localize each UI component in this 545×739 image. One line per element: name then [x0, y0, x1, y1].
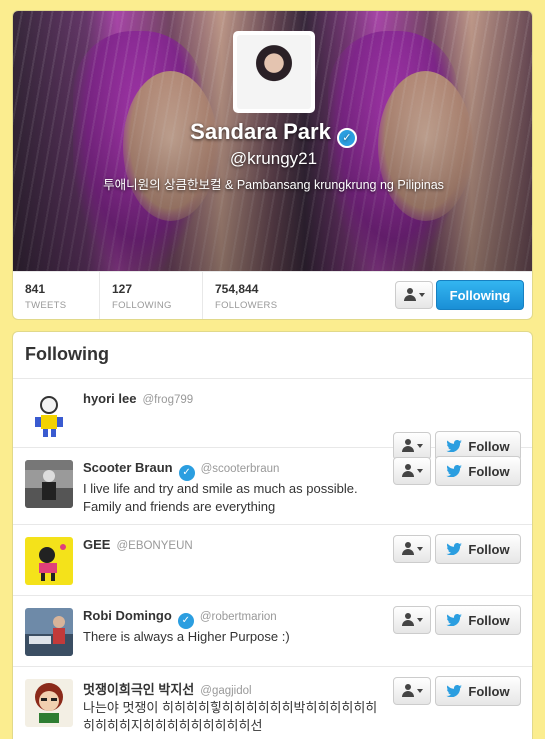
follow-button[interactable]: Follow [435, 456, 521, 486]
profile-card: Sandara Park ✓ @krungy21 투애니원의 상큼한보컬 & Pa… [12, 10, 533, 320]
follow-button[interactable]: Follow [435, 605, 521, 635]
user-actions-button[interactable] [393, 535, 431, 563]
user-handle: @robertmarion [199, 611, 277, 623]
profile-name: Sandara Park ✓ [13, 119, 532, 148]
user-handle: @frog799 [142, 394, 194, 406]
avatar[interactable] [25, 391, 73, 439]
caret-down-icon [419, 293, 425, 297]
user-icon [401, 464, 415, 478]
avatar[interactable] [25, 679, 73, 727]
stat-following[interactable]: 127 FOLLOWING [100, 272, 203, 319]
follow-button[interactable]: Follow [435, 534, 521, 564]
list-item: 멋쟁이희극인 박지선 @gagjidol 나는야 멋쟁이 히히히히힣히히히히히히박… [13, 667, 532, 739]
following-card: Following hyori lee @frog799 Follow Scoot… [12, 331, 533, 739]
profile-bio: 투애니원의 상큼한보컬 & Pambansang krungkrung ng P… [103, 178, 444, 192]
avatar[interactable] [25, 537, 73, 585]
profile-name-text: Sandara Park [190, 119, 331, 144]
stat-value: 127 [112, 282, 133, 296]
twitter-bird-icon [446, 465, 463, 477]
list-item: hyori lee @frog799 Follow [13, 379, 532, 461]
user-icon [401, 613, 415, 627]
user-actions-button[interactable] [393, 606, 431, 634]
user-handle: @gagjidol [200, 685, 252, 697]
following-title: Following [25, 344, 109, 364]
user-name[interactable]: Scooter Braun ✓ @scooterbraun [83, 460, 279, 481]
user-name[interactable]: hyori lee @frog799 [83, 391, 193, 406]
user-actions-button[interactable] [393, 457, 431, 485]
twitter-bird-icon [446, 614, 463, 626]
user-icon [403, 288, 417, 302]
list-item: GEE @EBONYEUN Follow [13, 525, 532, 596]
verified-badge-icon: ✓ [336, 128, 357, 148]
avatar[interactable] [25, 608, 73, 656]
twitter-bird-icon [446, 685, 463, 697]
user-actions-button[interactable] [395, 281, 433, 309]
profile-avatar[interactable] [233, 31, 315, 113]
user-icon [401, 684, 415, 698]
list-item: Robi Domingo ✓ @robertmarion There is alwa… [13, 596, 532, 667]
stat-label: TWEETS [25, 300, 67, 311]
stat-label: FOLLOWING [112, 300, 172, 311]
user-bio: 나는야 멋쟁이 히히히히힣히히히히히히박히히히히히히히히히히지히히히히히히히히히… [83, 700, 378, 733]
stat-value: 841 [25, 282, 46, 296]
twitter-bird-icon [446, 543, 463, 555]
user-actions-button[interactable] [393, 677, 431, 705]
caret-down-icon [417, 689, 423, 693]
caret-down-icon [417, 547, 423, 551]
verified-badge-icon: ✓ [177, 613, 194, 629]
user-name[interactable]: GEE @EBONYEUN [83, 537, 193, 552]
stat-value: 754,844 [215, 282, 259, 296]
caret-down-icon [417, 618, 423, 622]
user-name[interactable]: 멋쟁이희극인 박지선 @gagjidol [83, 679, 252, 698]
user-handle: @EBONYEUN [116, 540, 193, 552]
avatar[interactable] [25, 460, 73, 508]
user-handle: @scooterbraun [200, 463, 280, 475]
list-item: Scooter Braun ✓ @scooterbraun I live life … [13, 448, 532, 525]
user-bio: I live life and try and smile as much as… [83, 481, 358, 514]
stat-followers[interactable]: 754,844 FOLLOWERS [203, 272, 313, 319]
user-icon [401, 542, 415, 556]
stat-label: FOLLOWERS [215, 300, 278, 311]
user-name[interactable]: Robi Domingo ✓ @robertmarion [83, 608, 277, 629]
follow-button[interactable]: Follow [435, 676, 521, 706]
profile-handle: @krungy21 [229, 149, 318, 168]
stat-tweets[interactable]: 841 TWEETS [13, 272, 100, 319]
user-bio: There is always a Higher Purpose :) [83, 629, 290, 644]
caret-down-icon [417, 469, 423, 473]
following-button[interactable]: Following [436, 280, 524, 310]
verified-badge-icon: ✓ [178, 465, 195, 481]
